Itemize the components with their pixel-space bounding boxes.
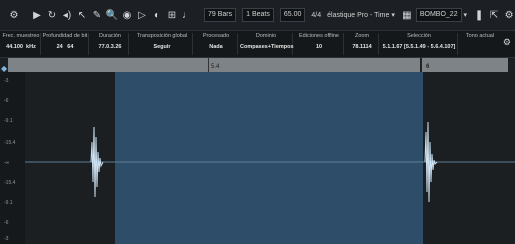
loop-icon[interactable]: ↻ xyxy=(46,7,58,23)
snap-icon[interactable]: ⊞ xyxy=(166,7,178,23)
audition-icon[interactable]: ◐ xyxy=(151,7,163,23)
metronome-icon[interactable]: ♩ xyxy=(181,7,193,23)
waveform-display[interactable] xyxy=(25,72,515,244)
settings-icon[interactable]: ⚙ xyxy=(8,7,20,23)
play-tool-icon[interactable]: ▷ xyxy=(136,7,148,23)
pointer-icon[interactable]: ↖ xyxy=(76,7,88,23)
info-duration[interactable]: Duración 77.0.3.26 xyxy=(92,33,129,55)
info-global-transpose[interactable]: Transposición global Seguir xyxy=(132,33,193,55)
scrub-icon[interactable]: ◉ xyxy=(121,7,133,23)
info-settings-icon[interactable]: ⚙ xyxy=(503,37,511,48)
speaker-icon[interactable]: ◂) xyxy=(61,7,73,23)
level-tick: -9.1 xyxy=(4,200,13,206)
info-offline-edits[interactable]: Ediciones offline 10 xyxy=(295,33,344,55)
ruler-tick xyxy=(208,58,209,72)
pencil-icon[interactable]: ✎ xyxy=(91,7,103,23)
grid-icon[interactable]: ▦ xyxy=(401,7,413,23)
options-icon[interactable]: ⚙ xyxy=(503,7,515,23)
level-scale: -3 -6 -9.1 -15.4 -∞ -15.4 -9.1 -6 -3 xyxy=(0,72,25,244)
ruler-mark: 5.4 xyxy=(211,64,220,70)
info-domain[interactable]: Dominio Compases+Tiempos xyxy=(240,33,294,55)
tempo-field[interactable]: 65.00 xyxy=(279,8,306,22)
info-line: Frec. muestreo 44.100 kHz Profundidad de… xyxy=(0,31,515,58)
toolbar: ⚙ ▶ ↻ ◂) ↖ ✎ 🔍 ◉ ▷ ◐ ⊞ ♩ 79 Bars 1 Beats… xyxy=(0,0,515,31)
algorithm-select[interactable]: élastique Pro - Time ▾ xyxy=(327,8,395,22)
ruler-right-icon[interactable] xyxy=(508,58,515,72)
level-tick: -15.4 xyxy=(4,140,16,146)
activity-icon[interactable]: ❚ xyxy=(473,7,485,23)
bars-field[interactable]: 79 Bars xyxy=(204,8,237,22)
level-tick: -9.1 xyxy=(4,118,13,124)
link-icon[interactable]: ⇱ xyxy=(488,7,500,23)
track-select[interactable]: BOMBO_22 ▾ xyxy=(415,8,467,22)
ruler-mark: 6 xyxy=(426,64,430,70)
beats-field[interactable]: 1 Beats xyxy=(242,8,274,22)
ruler[interactable]: 5.4 6 xyxy=(8,58,508,72)
signature-field[interactable]: 4/4 xyxy=(311,8,321,22)
play-icon[interactable]: ▶ xyxy=(31,7,43,23)
level-tick: -3 xyxy=(4,236,9,242)
info-current-pitch[interactable]: Tono actual xyxy=(460,33,500,55)
waveform xyxy=(25,121,515,203)
ruler-left-icon[interactable]: ◆ xyxy=(0,58,8,73)
info-selection[interactable]: Selección 5.1.1.67 [5.5.1.49 - 5.6.4.107… xyxy=(381,33,458,55)
info-bit-depth[interactable]: Profundidad de bit 24 64 xyxy=(42,33,89,55)
level-tick: -6 xyxy=(4,220,9,226)
zoom-icon[interactable]: 🔍 xyxy=(106,7,118,23)
info-processing[interactable]: Procesado Nada xyxy=(195,33,238,55)
level-tick: -6 xyxy=(4,98,9,104)
level-tick: -3 xyxy=(4,78,9,84)
level-tick: -∞ xyxy=(4,160,10,166)
ruler-cursor xyxy=(420,58,422,72)
level-tick: -15.4 xyxy=(4,180,16,186)
info-zoom[interactable]: Zoom 78.1114 xyxy=(346,33,379,55)
info-sample-rate[interactable]: Frec. muestreo 44.100 kHz xyxy=(2,33,41,55)
